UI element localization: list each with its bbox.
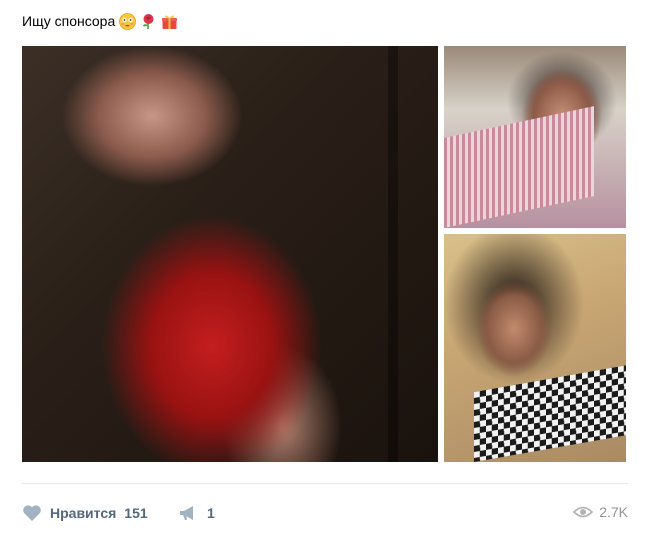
photo-bottom-right[interactable] (444, 234, 626, 462)
like-label: Нравится (50, 505, 117, 521)
photo-bottom-right-top (474, 365, 626, 462)
rose-emoji-icon (140, 13, 157, 30)
post-text: Ищу спонсора (22, 11, 178, 31)
photo-top-right[interactable] (444, 46, 626, 228)
post-text-content: Ищу спонсора (22, 13, 116, 29)
post-actions: Нравится 151 1 2.7K (22, 504, 628, 526)
views-count: 2.7K (599, 504, 628, 520)
photo-top-right-shirt (444, 106, 594, 228)
photo-main[interactable] (22, 46, 438, 462)
like-count: 151 (124, 505, 148, 521)
flushed-face-emoji-icon (119, 12, 137, 30)
photo-main-shadow (388, 46, 398, 462)
views-counter: 2.7K (573, 504, 628, 520)
footer-divider (22, 483, 628, 484)
share-button[interactable]: 1 (178, 504, 215, 522)
like-button[interactable]: Нравится 151 (22, 504, 148, 522)
megaphone-icon (178, 504, 198, 522)
heart-icon (22, 504, 42, 522)
share-count: 1 (207, 505, 215, 521)
gift-emoji-icon (161, 13, 178, 30)
eye-icon (573, 505, 594, 519)
